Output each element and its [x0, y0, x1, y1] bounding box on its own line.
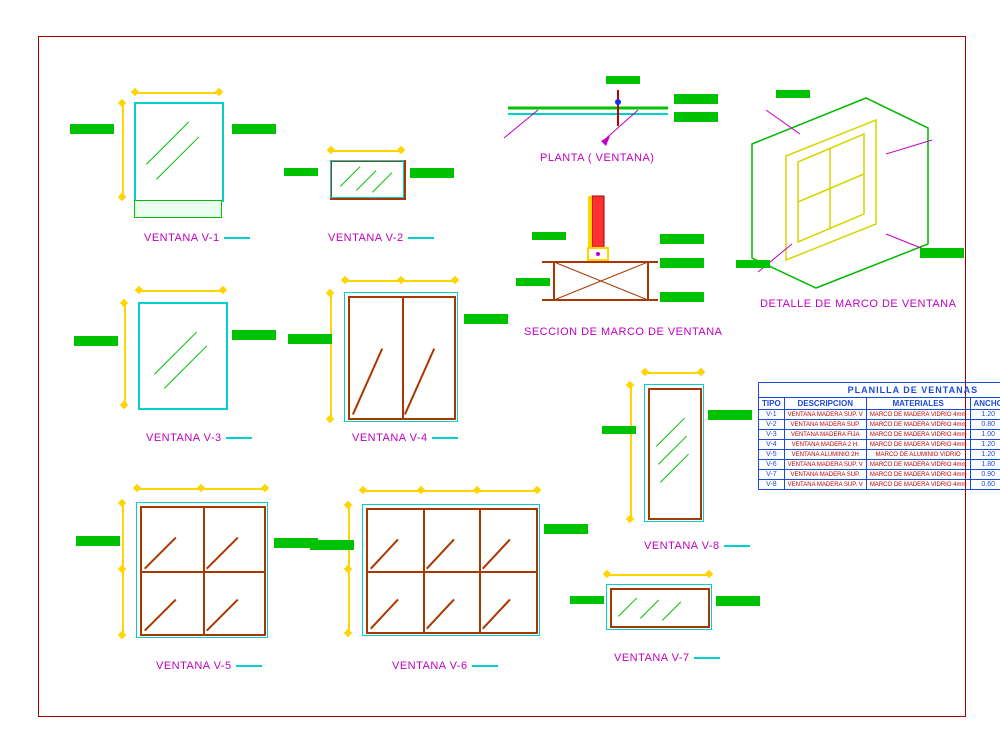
- caption-detalle: DETALLE DE MARCO DE VENTANA: [760, 298, 956, 310]
- table-cell: 1.20: [970, 440, 1000, 450]
- table-cell: MARCO DE MADERA VIDRIO 4mm: [866, 480, 970, 490]
- window-v2: [300, 150, 460, 230]
- table-row: V-5VENTANA ALUMINIO 2HMARCO DE ALUMINIO …: [759, 450, 1000, 460]
- table-row: V-3VENTANA MADERA FIJAMARCO DE MADERA VI…: [759, 430, 1000, 440]
- table-cell: VENTANA MADERA FIJA: [784, 430, 866, 440]
- table-row: V-2VENTANA MADERA SUP.MARCO DE MADERA VI…: [759, 420, 1000, 430]
- detail-planta: [498, 80, 708, 160]
- table-cell: VENTANA MADERA SUP. V: [784, 460, 866, 470]
- table-cell: VENTANA ALUMINIO 2H: [784, 450, 866, 460]
- table-cell: VENTANA MADERA SUP.: [784, 420, 866, 430]
- table-row: V-4VENTANA MADERA 2 H.MARCO DE MADERA VI…: [759, 440, 1000, 450]
- caption-planta: PLANTA ( VENTANA): [540, 152, 654, 164]
- table-body: V-1VENTANA MADERA SUP. VMARCO DE MADERA …: [759, 410, 1000, 490]
- table-cell: 1.80: [970, 460, 1000, 470]
- table-cell: MARCO DE MADERA VIDRIO 4mm: [866, 410, 970, 420]
- caption-v2: VENTANA V-2: [328, 232, 434, 244]
- th-mat: MATERIALES: [866, 398, 970, 410]
- table-cell: MARCO DE ALUMINIO VIDRIO: [866, 450, 970, 460]
- window-v8: [612, 364, 762, 554]
- table-cell: V-7: [759, 470, 785, 480]
- table-cell: V-2: [759, 420, 785, 430]
- table-header-row: TIPO DESCRIPCION MATERIALES ANCHO ALTO T…: [759, 398, 1000, 410]
- table-cell: V-1: [759, 410, 785, 420]
- table-row: V-8VENTANA MADERA SUP. VMARCO DE MADERA …: [759, 480, 1000, 490]
- caption-v6: VENTANA V-6: [392, 660, 498, 672]
- window-v6: [336, 480, 576, 670]
- table-cell: MARCO DE MADERA VIDRIO 4mm: [866, 440, 970, 450]
- table-cell: 0.80: [970, 420, 1000, 430]
- caption-v5: VENTANA V-5: [156, 660, 262, 672]
- caption-v1: VENTANA V-1: [144, 232, 250, 244]
- caption-seccion: SECCION DE MARCO DE VENTANA: [524, 326, 723, 338]
- caption-v4: VENTANA V-4: [352, 432, 458, 444]
- table-cell: MARCO DE MADERA VIDRIO 4mm: [866, 420, 970, 430]
- window-v1: [108, 88, 258, 238]
- detail-seccion: [508, 192, 718, 342]
- table-cell: V-3: [759, 430, 785, 440]
- seccion-svg: [508, 192, 718, 322]
- th-ancho: ANCHO: [970, 398, 1000, 410]
- caption-v7: VENTANA V-7: [614, 652, 720, 664]
- table-cell: V-4: [759, 440, 785, 450]
- table-cell: V-8: [759, 480, 785, 490]
- table-title: PLANILLA DE VENTANAS: [759, 383, 1000, 398]
- table-cell: 1.20: [970, 410, 1000, 420]
- table-cell: MARCO DE MADERA VIDRIO 4mm: [866, 470, 970, 480]
- table-cell: 1.20: [970, 450, 1000, 460]
- table-cell: VENTANA MADERA SUP.: [784, 470, 866, 480]
- table-cell: VENTANA MADERA 2 H.: [784, 440, 866, 450]
- window-v5: [106, 480, 306, 670]
- table-cell: 0.90: [970, 470, 1000, 480]
- table-cell: 1.00: [970, 430, 1000, 440]
- th-desc: DESCRIPCION: [784, 398, 866, 410]
- drawing-sheet: VENTANA V-1 VENTANA V-2 VENTANA V-3: [0, 0, 1000, 751]
- detail-iso: [736, 84, 956, 314]
- table-cell: 0.60: [970, 480, 1000, 490]
- window-v7: [584, 570, 754, 660]
- planilla-table-container: PLANILLA DE VENTANAS TIPO DESCRIPCION MA…: [758, 382, 1000, 490]
- planilla-table: PLANILLA DE VENTANAS TIPO DESCRIPCION MA…: [758, 382, 1000, 490]
- table-row: V-6VENTANA MADERA SUP. VMARCO DE MADERA …: [759, 460, 1000, 470]
- th-tipo: TIPO: [759, 398, 785, 410]
- table-cell: MARCO DE MADERA VIDRIO 4mm: [866, 460, 970, 470]
- window-v4: [316, 276, 496, 446]
- window-v3: [108, 284, 268, 444]
- table-cell: VENTANA MADERA SUP. V: [784, 410, 866, 420]
- table-cell: VENTANA MADERA SUP. V: [784, 480, 866, 490]
- table-row: V-7VENTANA MADERA SUP.MARCO DE MADERA VI…: [759, 470, 1000, 480]
- table-cell: MARCO DE MADERA VIDRIO 4mm: [866, 430, 970, 440]
- table-cell: V-6: [759, 460, 785, 470]
- table-row: V-1VENTANA MADERA SUP. VMARCO DE MADERA …: [759, 410, 1000, 420]
- caption-v8: VENTANA V-8: [644, 540, 750, 552]
- caption-v3: VENTANA V-3: [146, 432, 252, 444]
- table-cell: V-5: [759, 450, 785, 460]
